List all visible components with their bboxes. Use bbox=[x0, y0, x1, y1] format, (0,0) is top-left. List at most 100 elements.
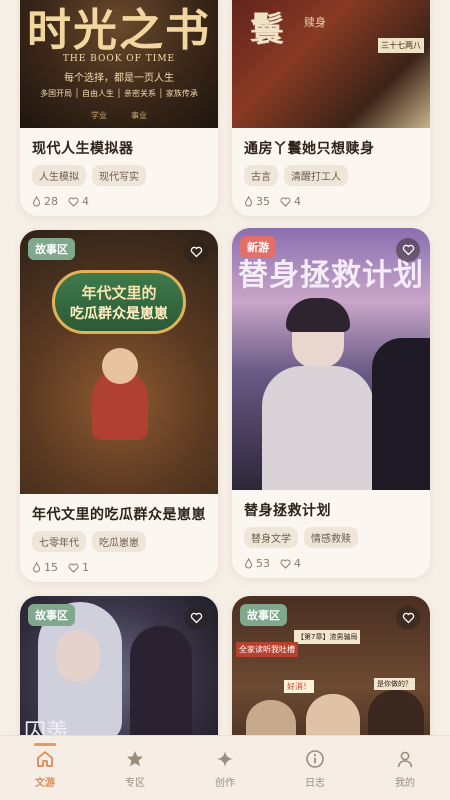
tab-rizhi[interactable]: 日志 bbox=[270, 736, 360, 800]
story-info: 现代人生模拟器 人生模拟 现代写实 28 4 bbox=[20, 128, 218, 208]
cover-bottom: 学业 事业 bbox=[91, 111, 147, 120]
view-count: 35 bbox=[244, 195, 270, 208]
view-count: 28 bbox=[32, 195, 58, 208]
cover-caption: 【第7章】渣男骗局 bbox=[294, 630, 361, 644]
cover-title-line2: 吃瓜群众是崽崽 bbox=[70, 306, 168, 322]
flame-icon bbox=[244, 196, 253, 207]
story-title: 年代文里的吃瓜群众是崽崽 bbox=[32, 507, 206, 523]
view-count: 15 bbox=[32, 561, 58, 574]
cover-tagline: 每个选择，都是一页人生 bbox=[64, 73, 174, 84]
story-cover: 鬟 赎身 三十七两八 bbox=[232, 0, 430, 128]
cover-caption: 好消！ bbox=[284, 680, 314, 693]
favorite-button[interactable] bbox=[184, 240, 208, 264]
story-tags: 替身文学 情感救赎 bbox=[244, 527, 418, 548]
story-title: 现代人生模拟器 bbox=[32, 141, 134, 157]
tab-chuangzuo[interactable]: 创作 bbox=[180, 736, 270, 800]
story-feed: 时光之书 THE BOOK OF TIME 每个选择，都是一页人生 多国开局 │… bbox=[0, 0, 450, 800]
flame-icon bbox=[244, 558, 253, 569]
story-card[interactable]: 时光之书 THE BOOK OF TIME 每个选择，都是一页人生 多国开局 │… bbox=[20, 0, 218, 216]
story-tag: 清醒打工人 bbox=[284, 165, 348, 186]
heart-outline-icon bbox=[68, 197, 79, 207]
story-stats: 35 4 bbox=[244, 195, 418, 208]
cover-title-line1: 年代文里的 bbox=[81, 284, 157, 302]
like-count: 4 bbox=[280, 195, 301, 208]
tab-zhuanqu[interactable]: 专区 bbox=[90, 736, 180, 800]
cover-figure bbox=[262, 366, 374, 490]
star-icon bbox=[127, 751, 143, 767]
cover-figure-hair bbox=[286, 298, 350, 332]
story-tags: 七零年代 吃瓜崽崽 bbox=[32, 531, 206, 552]
tab-label: 日志 bbox=[305, 778, 325, 789]
person-icon bbox=[397, 751, 413, 768]
active-tab-indicator bbox=[34, 743, 56, 746]
heart-outline-icon bbox=[280, 197, 291, 207]
like-count-value: 4 bbox=[294, 195, 301, 208]
heart-outline-icon bbox=[68, 563, 79, 573]
tab-label: 我的 bbox=[395, 778, 415, 789]
cover-subtitle: THE BOOK OF TIME bbox=[62, 54, 176, 64]
cover-title: 鬟 bbox=[250, 10, 284, 50]
new-badge: 新游 bbox=[240, 236, 276, 258]
story-card[interactable]: 替身拯救计划 新游 替身拯救计划 替身文学 情感救赎 53 4 bbox=[232, 228, 430, 578]
like-count-value: 1 bbox=[82, 561, 89, 574]
view-count-value: 53 bbox=[256, 557, 270, 570]
story-tag: 替身文学 bbox=[244, 527, 298, 548]
story-stats: 28 4 bbox=[32, 195, 206, 208]
view-count-value: 15 bbox=[44, 561, 58, 574]
favorite-button[interactable] bbox=[184, 606, 208, 630]
story-card[interactable]: 鬟 赎身 三十七两八 通房丫鬟她只想赎身 古言 清醒打工人 35 4 bbox=[232, 0, 430, 216]
story-card[interactable]: 年代文里的 吃瓜群众是崽崽 故事区 年代文里的吃瓜群众是崽崽 七零年代 吃瓜崽崽… bbox=[20, 230, 218, 582]
flame-icon bbox=[32, 196, 41, 207]
view-count-value: 35 bbox=[256, 195, 270, 208]
home-icon bbox=[37, 751, 53, 767]
tab-wode[interactable]: 我的 bbox=[360, 736, 450, 800]
heart-outline-icon bbox=[190, 612, 202, 624]
like-count-value: 4 bbox=[82, 195, 89, 208]
tab-label: 创作 bbox=[215, 778, 235, 789]
tab-wenyou[interactable]: 文游 bbox=[0, 736, 90, 800]
story-cover: 时光之书 THE BOOK OF TIME 每个选择，都是一页人生 多国开局 │… bbox=[20, 0, 218, 128]
like-count: 1 bbox=[68, 561, 89, 574]
story-info: 替身拯救计划 替身文学 情感救赎 53 4 bbox=[232, 490, 430, 570]
story-tag: 情感救赎 bbox=[304, 527, 358, 548]
like-count-value: 4 bbox=[294, 557, 301, 570]
cover-figure-head bbox=[56, 630, 100, 682]
story-tag: 吃瓜崽崽 bbox=[92, 531, 146, 552]
story-tag: 人生模拟 bbox=[32, 165, 86, 186]
story-stats: 53 4 bbox=[244, 557, 418, 570]
like-count: 4 bbox=[68, 195, 89, 208]
heart-outline-icon bbox=[402, 612, 414, 624]
cover-caption: 全家读听我吐槽 bbox=[236, 642, 298, 657]
story-title: 通房丫鬟她只想赎身 bbox=[244, 141, 375, 157]
heart-outline-icon bbox=[190, 246, 202, 258]
info-circle-icon bbox=[306, 750, 324, 768]
flame-icon bbox=[32, 562, 41, 573]
view-count: 53 bbox=[244, 557, 270, 570]
like-count: 4 bbox=[280, 557, 301, 570]
cover-note: 赎身 bbox=[304, 16, 326, 29]
cover-caption: 是你做的？ bbox=[374, 678, 415, 690]
tab-label: 专区 bbox=[125, 778, 145, 789]
story-title: 替身拯救计划 bbox=[244, 503, 331, 519]
story-tag: 现代写实 bbox=[92, 165, 146, 186]
story-info: 年代文里的吃瓜群众是崽崽 七零年代 吃瓜崽崽 15 1 bbox=[20, 494, 218, 574]
bottom-tab-bar: 文游 专区 创作 日志 我的 bbox=[0, 735, 450, 800]
favorite-button[interactable] bbox=[396, 238, 420, 262]
sparkle-icon bbox=[217, 751, 233, 767]
cover-side-text: 三十七两八 bbox=[378, 38, 424, 53]
favorite-button[interactable] bbox=[396, 606, 420, 630]
story-cover: 替身拯救计划 bbox=[232, 228, 430, 490]
heart-outline-icon bbox=[402, 244, 414, 256]
cover-figure-head bbox=[102, 348, 138, 384]
story-tag: 古言 bbox=[244, 165, 278, 186]
tab-label: 文游 bbox=[35, 778, 55, 789]
story-cover: 年代文里的 吃瓜群众是崽崽 bbox=[20, 230, 218, 494]
view-count-value: 28 bbox=[44, 195, 58, 208]
cover-figure-2 bbox=[130, 626, 192, 746]
heart-outline-icon bbox=[280, 559, 291, 569]
story-tag: 七零年代 bbox=[32, 531, 86, 552]
zone-badge: 故事区 bbox=[28, 604, 75, 626]
story-info: 通房丫鬟她只想赎身 古言 清醒打工人 35 4 bbox=[232, 128, 430, 208]
cover-figure-2 bbox=[372, 338, 430, 490]
story-tags: 古言 清醒打工人 bbox=[244, 165, 418, 186]
